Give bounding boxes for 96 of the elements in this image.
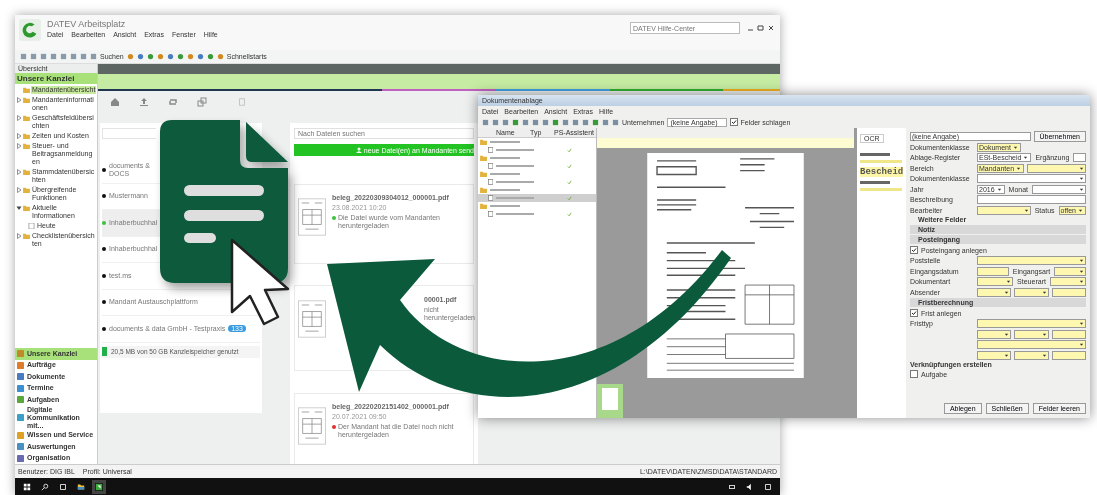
checkbox[interactable] [910,246,918,254]
checkmark-icon [567,211,572,217]
document-icon [160,120,288,283]
folder-icon [480,155,487,161]
file-icon [486,179,493,185]
home-icon[interactable] [110,97,120,107]
caret-icon [996,186,1002,192]
dropdown[interactable] [977,277,1014,286]
file-icon [486,211,493,217]
search-icon[interactable] [41,482,49,491]
caret-icon [1079,342,1084,347]
speaker-icon[interactable] [746,482,754,491]
window-controls-icon[interactable] [746,24,776,32]
checkmark-icon [567,195,572,201]
caret-icon [1004,331,1010,337]
dropdown[interactable] [1014,329,1049,339]
text-line [496,149,534,151]
dropdown[interactable] [1027,163,1086,173]
caret-icon [1023,207,1029,213]
text-line [490,141,520,143]
dropdown[interactable] [1032,184,1086,194]
ocr-value: Bescheid [860,167,904,177]
task-view-icon[interactable] [59,482,67,491]
page-icon[interactable] [238,98,246,106]
caret-icon [1079,321,1084,326]
folder-icon [23,187,30,193]
upload-icon[interactable] [139,97,149,107]
checkbox[interactable] [910,370,918,378]
dropdown[interactable] [977,205,1031,215]
dropdown[interactable] [1014,350,1049,360]
input-field[interactable] [1051,287,1086,297]
text-line [490,173,520,175]
dropdown[interactable] [977,174,1086,183]
checkbox[interactable] [910,309,918,317]
caret-icon [1078,207,1083,213]
checkmark-icon [730,119,737,125]
folder-icon [23,169,30,175]
checkmark-icon [567,147,572,153]
storage-icon [102,347,107,356]
input-field[interactable] [977,266,1009,276]
curved-arrow-icon [327,250,731,397]
sync-icon[interactable] [168,97,178,107]
caret-icon [1004,352,1010,358]
dropdown[interactable] [977,329,1012,339]
text-line [496,213,534,215]
folder-icon[interactable] [77,482,85,491]
checkmark-icon [567,179,572,185]
checkmark-icon [911,247,917,253]
dropdown[interactable] [977,340,1086,349]
caret-icon [1041,289,1047,295]
input-field[interactable] [1051,350,1086,360]
list-row[interactable] [478,194,596,202]
highlight-line [860,160,902,163]
input-field[interactable] [1073,153,1086,162]
page-thumbnail[interactable] [597,384,623,418]
checkmark-icon [911,310,917,316]
network-icon[interactable] [728,482,736,491]
section-header: Unsere Kanzlei [15,73,97,84]
notification-icon[interactable] [764,482,772,491]
windows-icon[interactable] [23,482,31,491]
text-line [496,197,534,199]
text-line [860,153,890,156]
dropdown[interactable] [977,319,1086,328]
caret-icon [1041,352,1047,358]
text-line [860,181,890,184]
highlight-line [860,188,902,191]
text-line [490,205,520,207]
checkmark-icon [567,163,572,169]
folder-icon [480,171,487,177]
input-field[interactable] [1051,329,1086,339]
folder-icon [23,205,30,211]
dropdown[interactable] [1049,277,1086,286]
dropdown[interactable] [977,287,1012,297]
text-line [490,157,520,159]
dropdown[interactable] [977,350,1012,360]
window-title: DATEV Arbeitsplatz [47,19,127,29]
logo-icon [19,19,41,41]
dropdown[interactable] [1014,287,1049,297]
folder-icon [23,233,30,239]
text-line [496,165,534,167]
copy-icon[interactable] [197,97,207,107]
app-icon[interactable] [95,482,103,491]
caret-icon [1041,331,1047,337]
user-icon [355,147,362,153]
file-icon [486,147,493,153]
dropdown[interactable] [977,256,1086,265]
folder-icon [23,115,30,121]
input-field[interactable] [977,195,1086,204]
expand-icon[interactable] [16,205,22,211]
dropdown[interactable] [1054,266,1086,276]
file-icon [486,163,493,169]
file-icon [486,195,493,201]
checkbox[interactable] [729,118,738,126]
page-icon [28,223,35,229]
text-line [490,189,520,191]
text-line [496,181,534,183]
